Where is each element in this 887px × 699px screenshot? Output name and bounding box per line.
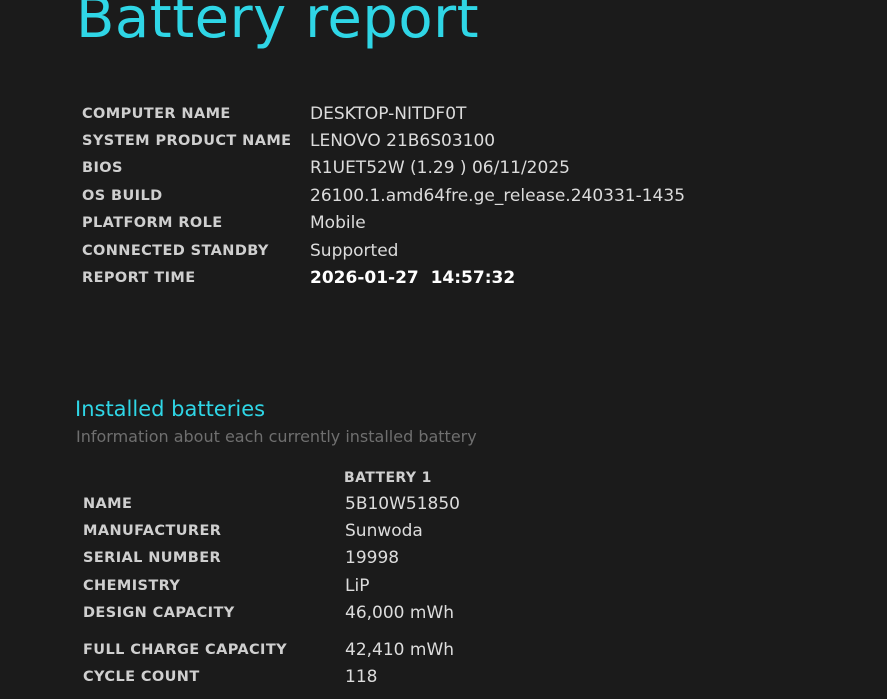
- design-capacity-value: 46,000 mWh: [345, 603, 455, 624]
- bios-value: R1UET52W (1.29 ) 06/11/2025: [310, 158, 570, 179]
- bios-label: BIOS: [82, 160, 123, 177]
- table-row: MANUFACTURER Sunwoda: [83, 517, 460, 544]
- battery-report-page: Battery report COMPUTER NAME DESKTOP-NIT…: [0, 0, 887, 699]
- computer-name-label: COMPUTER NAME: [82, 105, 231, 122]
- cycle-count-label: CYCLE COUNT: [83, 669, 200, 686]
- system-info-row: OS BUILD 26100.1.amd64fre.ge_release.240…: [82, 182, 685, 209]
- platform-role-value: Mobile: [310, 213, 366, 234]
- chemistry-value: LiP: [345, 575, 370, 596]
- computer-name-value: DESKTOP-NITDF0T: [310, 103, 467, 124]
- system-info-row: REPORT TIME 2026-01-27 14:57:32: [82, 264, 685, 291]
- full-charge-capacity-label: FULL CHARGE CAPACITY: [83, 641, 288, 658]
- system-info-row: BIOS R1UET52W (1.29 ) 06/11/2025: [82, 155, 685, 182]
- report-time-label: REPORT TIME: [82, 270, 196, 287]
- installed-batteries-heading: Installed batteries: [75, 397, 266, 421]
- system-product-name-value: LENOVO 21B6S03100: [310, 131, 496, 152]
- serial-number-label: SERIAL NUMBER: [83, 550, 222, 567]
- system-info-row: COMPUTER NAME DESKTOP-NITDF0T: [82, 100, 685, 127]
- installed-batteries-table: BATTERY 1 NAME 5B10W51850 MANUFACTURER S…: [83, 466, 460, 691]
- table-row: SERIAL NUMBER 19998: [83, 545, 460, 572]
- manufacturer-label: MANUFACTURER: [83, 523, 222, 540]
- system-info-row: CONNECTED STANDBY Supported: [82, 237, 685, 264]
- table-row: NAME 5B10W51850: [83, 490, 460, 517]
- connected-standby-label: CONNECTED STANDBY: [82, 242, 269, 259]
- system-info-table: COMPUTER NAME DESKTOP-NITDF0T SYSTEM PRO…: [82, 100, 685, 292]
- serial-number-value: 19998: [345, 548, 400, 569]
- page-title: Battery report: [76, 0, 480, 51]
- table-row: DESIGN CAPACITY 46,000 mWh: [83, 600, 460, 627]
- os-build-label: OS BUILD: [82, 187, 163, 204]
- chemistry-label: CHEMISTRY: [83, 577, 181, 594]
- battery-column-header: BATTERY 1: [344, 470, 432, 486]
- os-build-value: 26100.1.amd64fre.ge_release.240331-1435: [310, 185, 686, 206]
- battery-name-label: NAME: [83, 495, 133, 512]
- cycle-count-value: 118: [345, 667, 378, 688]
- platform-role-label: PLATFORM ROLE: [82, 215, 223, 232]
- manufacturer-value: Sunwoda: [345, 521, 423, 542]
- table-row: FULL CHARGE CAPACITY 42,410 mWh: [83, 636, 460, 663]
- system-info-row: SYSTEM PRODUCT NAME LENOVO 21B6S03100: [82, 127, 685, 154]
- design-capacity-label: DESIGN CAPACITY: [83, 605, 235, 622]
- system-info-row: PLATFORM ROLE Mobile: [82, 210, 685, 237]
- battery-name-value: 5B10W51850: [345, 493, 460, 514]
- system-product-name-label: SYSTEM PRODUCT NAME: [82, 133, 292, 150]
- table-row: CHEMISTRY LiP: [83, 572, 460, 599]
- installed-batteries-subtitle: Information about each currently install…: [76, 427, 477, 446]
- full-charge-capacity-value: 42,410 mWh: [345, 639, 455, 660]
- table-row: CYCLE COUNT 118: [83, 663, 460, 690]
- connected-standby-value: Supported: [310, 240, 399, 261]
- report-time-value: 2026-01-27 14:57:32: [310, 268, 516, 289]
